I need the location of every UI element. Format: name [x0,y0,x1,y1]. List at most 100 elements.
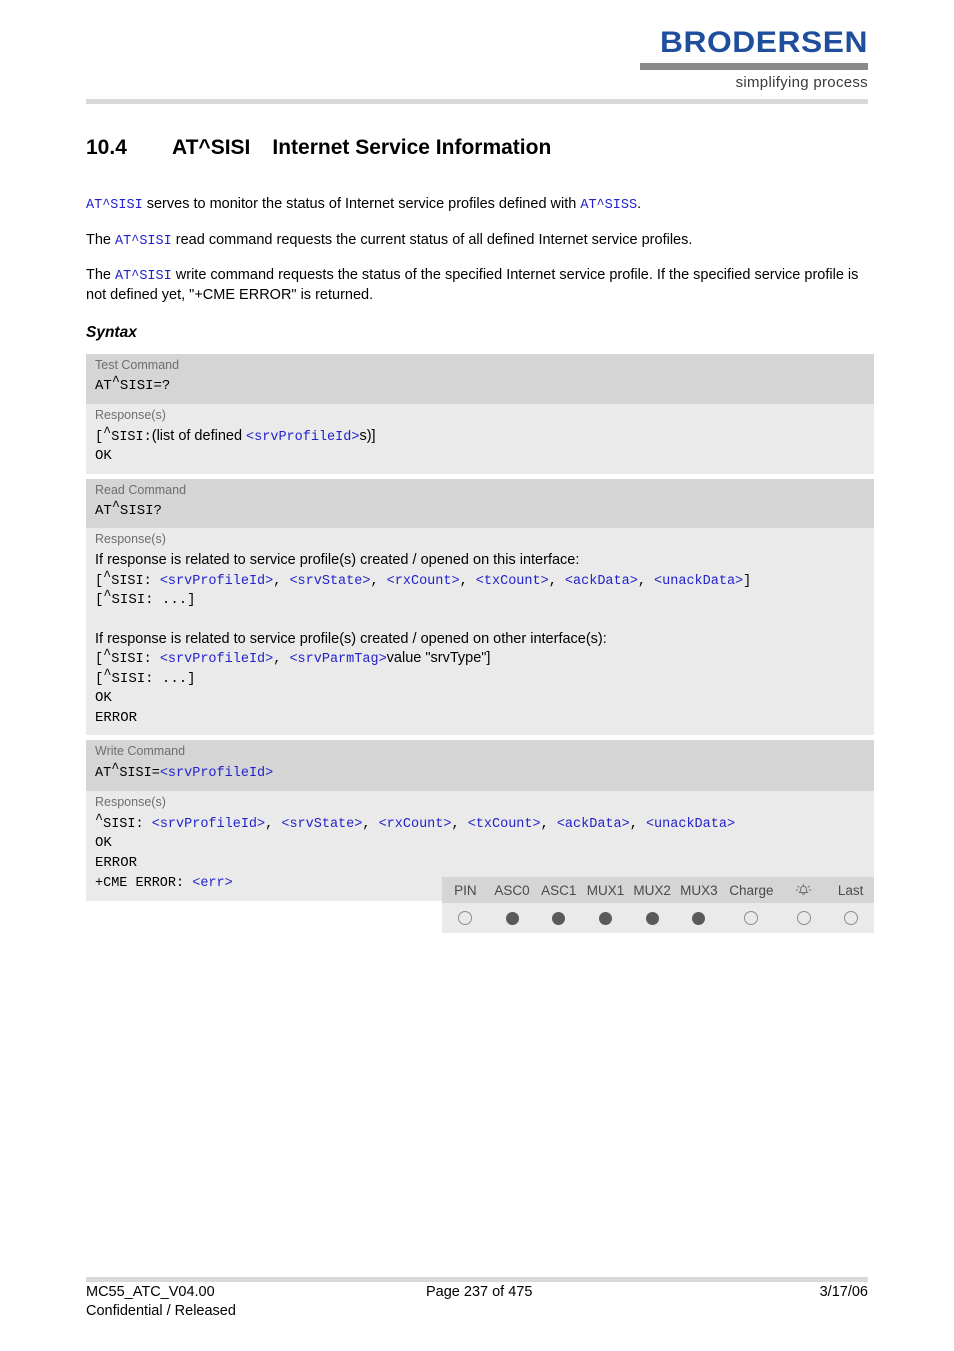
code-text: [^SISI: [95,569,160,589]
response-band: Response(s) [^SISI:(list of defined <srvP… [86,403,874,474]
response-code-line: [^SISI:(list of defined <srvProfileId>s)… [95,425,865,448]
parameter-ref: <srvProfileId> [246,429,360,445]
parameter-ref: <srvProfileId> [159,573,274,589]
code-text: , [548,573,565,589]
intro-paragraph-2: The AT^SISI read command requests the cu… [86,231,876,251]
section-name: Internet Service Information [272,136,552,159]
capability-header-asc1: ASC1 [541,882,577,898]
response-code-line: OK [95,690,112,706]
footer-page-number: Page 237 of 475 [426,1284,533,1300]
brodersen-logo: BRODERSEN simplifying process [640,28,868,91]
filled-dot-icon [552,911,566,925]
empty-dot-icon [744,911,759,925]
command-band-label: Write Command [95,744,186,758]
parameter-ref: <txCount> [475,573,549,589]
code-text: [^SISI: [95,425,152,445]
response-code-line: ERROR [95,854,138,871]
code-text: [^SISI: [95,647,160,667]
empty-dot-icon [843,911,858,925]
capability-table-header-row: PIN ASC0 ASC1 MUX1 MUX2 MUX3 Charge Last [442,877,874,903]
command-band-label: Test Command [95,358,180,372]
syntax-heading: Syntax [86,324,137,341]
intro-text: The [86,267,116,283]
filled-dot-icon [598,911,612,925]
parameter-ref: <srvProfileId> [151,816,266,832]
code-text: (list of defined [151,427,247,444]
capability-indicator-mux2 [629,911,676,925]
parameter-ref: <srvState> [289,573,371,589]
capability-header-asc0: ASC0 [494,882,530,898]
code-text: , [265,816,282,832]
response-code-line: [^SISI: <srvProfileId>, <srvState>, <rxC… [95,569,865,592]
code-text: , [370,573,387,589]
response-code-line: [^SISI: ...] [95,667,196,687]
code-text: +CME ERROR: [95,876,193,891]
response-code-line: ^SISI: <srvProfileId>, <srvState>, <rxCo… [95,813,865,835]
page-footer: MC55_ATC_V04.00 Page 237 of 475 3/17/06 … [86,1283,868,1321]
page-header: BRODERSEN simplifying process [0,0,954,110]
capability-table-value-row [442,903,874,933]
response-code-line: OK [95,835,112,851]
parameter-ref: <ackData> [556,816,630,832]
command-band-label: Read Command [95,482,187,497]
code-text: , [459,573,476,589]
capability-header-pin: PIN [454,882,477,898]
capability-indicator-charge [722,911,780,925]
parameter-ref: <srvState> [281,816,363,832]
parameter-ref: <srvParmTag> [289,652,387,667]
code-text: , [451,816,468,832]
filled-dot-icon [692,911,706,925]
command-band: Test Command AT^SISI=? [86,354,874,404]
command-block: Test Command AT^SISI=? Response(s) [^SISI:(… [86,354,874,474]
capability-indicator-mux3 [676,911,723,925]
inline-command-ref: AT^SISS [580,198,638,213]
code-text: , [637,573,655,589]
parameter-ref: <unackData> [645,816,736,832]
parameter-ref: <unackData> [654,573,744,589]
parameter-ref: <err> [192,876,233,891]
code-text: , [540,816,557,832]
command-syntax-line: AT^SISI=<srvProfileId> [86,761,874,791]
capability-header-last: Last [837,882,864,898]
response-spacer [95,611,865,630]
inline-command-ref: AT^SISI [86,198,143,213]
command-syntax-line: AT^SISI? [95,499,162,519]
intro-paragraph-1: AT^SISI serves to monitor the status of … [86,195,876,215]
footer-classification: Confidential / Released [86,1303,236,1319]
capability-table: PIN ASC0 ASC1 MUX1 MUX2 MUX3 Charge Last [442,877,874,933]
code-text: , [273,573,290,589]
section-number: 10.4 [86,136,127,159]
filled-dot-icon [505,911,519,925]
code-text: value "srvType"] [386,650,491,666]
logo-tagline: simplifying process [735,74,868,91]
parameter-ref: <rxCount> [378,816,452,832]
response-description: If response is related to service profil… [95,630,607,647]
intro-paragraph-3: The AT^SISI write command requests the s… [86,266,876,305]
parameter-ref: <srvProfileId> [159,652,274,667]
syntax-blocks: Test Command AT^SISI=? Response(s) [^SISI:(… [86,354,874,906]
command-block: Read Command AT^SISI? Response(s) If respon… [86,478,874,735]
document-page: BRODERSEN simplifying process 10.4 AT^SIS… [0,0,954,1351]
response-description: If response is related to service profil… [95,552,580,568]
code-text: AT^SISI= [95,761,160,781]
command-band: Write Command AT^SISI=<srvProfileId> [86,740,874,791]
response-band-label: Response(s) [95,532,166,546]
response-band: Response(s) If response is related to ser… [86,528,874,735]
command-band: Read Command AT^SISI? [86,478,874,528]
response-lines: If response is related to service profil… [86,549,874,735]
code-text: , [273,652,290,667]
response-band-label: Response(s) [95,794,166,809]
intro-text: serves to monitor the status of Internet… [142,196,581,212]
header-rule [86,99,868,104]
capability-indicator-pin [442,911,489,925]
code-text: ] [743,573,752,589]
response-code-line: [^SISI: <srvProfileId>, <srvParmTag>valu… [95,649,865,670]
capability-indicator-last [827,911,874,925]
code-text: s)] [359,427,376,444]
capability-indicator-alarm-bell-icon [781,911,828,925]
logo-wordmark: BRODERSEN [660,26,868,59]
footer-doc-id: MC55_ATC_V04.00 [86,1284,215,1300]
intro-text: read command requests the current status… [171,232,693,248]
response-code-line: ERROR [95,709,138,726]
capability-header-alarm-bell-icon [781,883,828,898]
